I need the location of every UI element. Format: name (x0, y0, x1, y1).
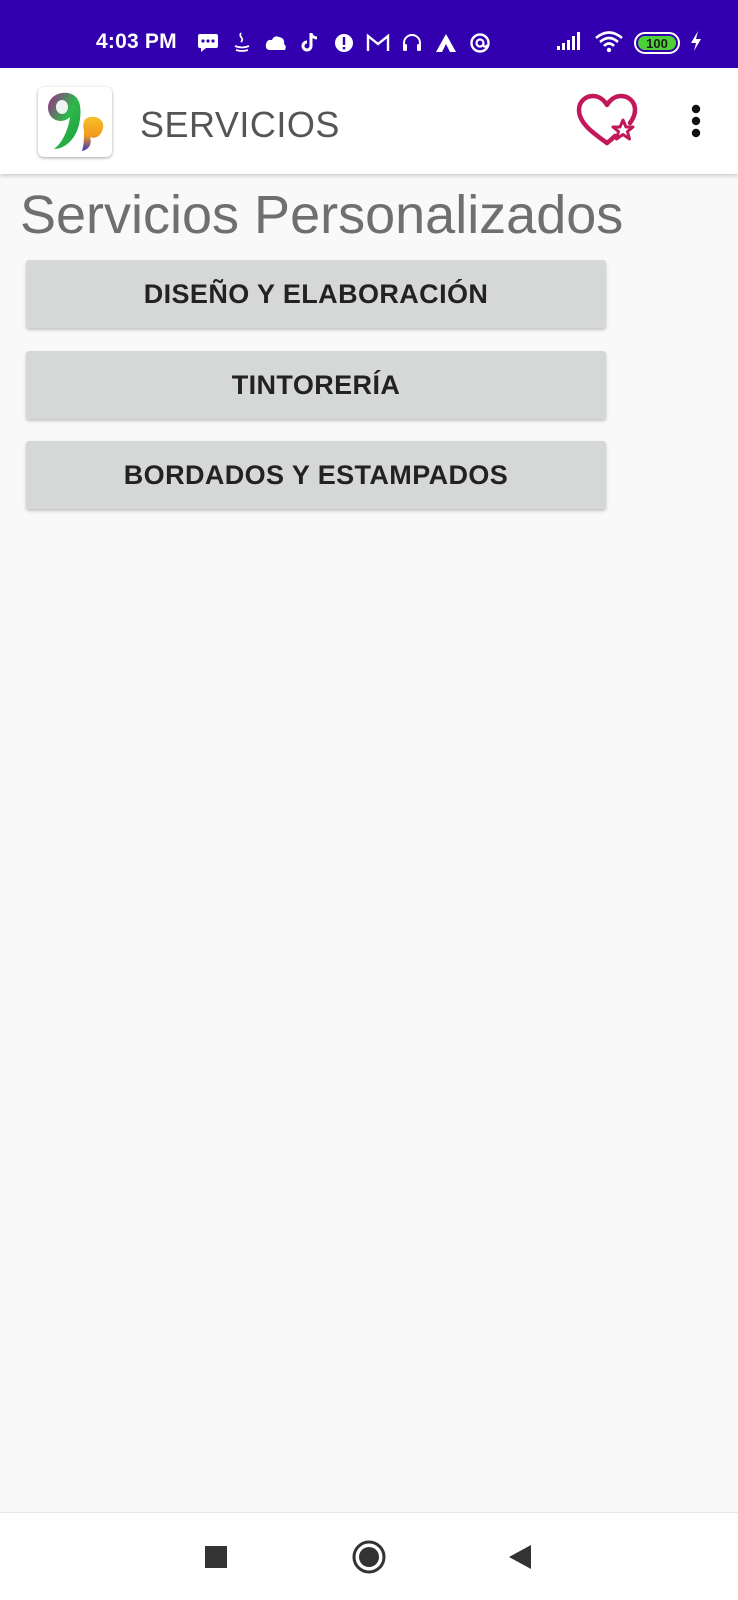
java-icon (230, 31, 254, 55)
design-elaboration-button[interactable]: DISEÑO Y ELABORACIÓN (26, 260, 606, 328)
headset-icon (400, 31, 424, 55)
at-sign-icon (468, 31, 492, 55)
message-icon (196, 31, 220, 55)
status-bar: 4:03 PM 100 (0, 0, 738, 68)
app-logo-icon (38, 87, 112, 157)
gmail-icon (366, 31, 390, 55)
recents-square-icon (205, 1546, 227, 1568)
system-status-icons: 100 (556, 30, 702, 56)
heart-star-icon (576, 93, 638, 146)
more-vert-icon (691, 104, 701, 138)
app-title: SERVICIOS (140, 104, 340, 145)
charging-icon (690, 30, 702, 57)
dry-cleaning-button[interactable]: TINTORERÍA (26, 351, 606, 419)
alert-icon (332, 31, 356, 55)
back-button[interactable] (498, 1535, 542, 1579)
app-bar: SERVICIOS (0, 68, 738, 174)
favorites-button[interactable] (574, 92, 640, 148)
battery-level: 100 (638, 36, 676, 51)
status-time: 4:03 PM (96, 30, 177, 53)
battery-icon: 100 (634, 32, 680, 54)
wifi-icon (594, 29, 624, 58)
cloud-icon (264, 31, 288, 55)
recents-button[interactable] (194, 1535, 238, 1579)
page-heading: Servicios Personalizados (20, 185, 624, 245)
tiktok-icon (298, 31, 322, 55)
back-triangle-icon (509, 1545, 531, 1569)
home-button[interactable] (347, 1535, 391, 1579)
home-circle-icon (352, 1540, 386, 1574)
navigation-bar (0, 1512, 738, 1600)
notification-icons (196, 31, 492, 55)
embroidery-printing-button[interactable]: BORDADOS Y ESTAMPADOS (26, 441, 606, 509)
overflow-menu-button[interactable] (676, 98, 716, 144)
signal-icon (556, 31, 584, 56)
vpn-icon (434, 31, 458, 55)
